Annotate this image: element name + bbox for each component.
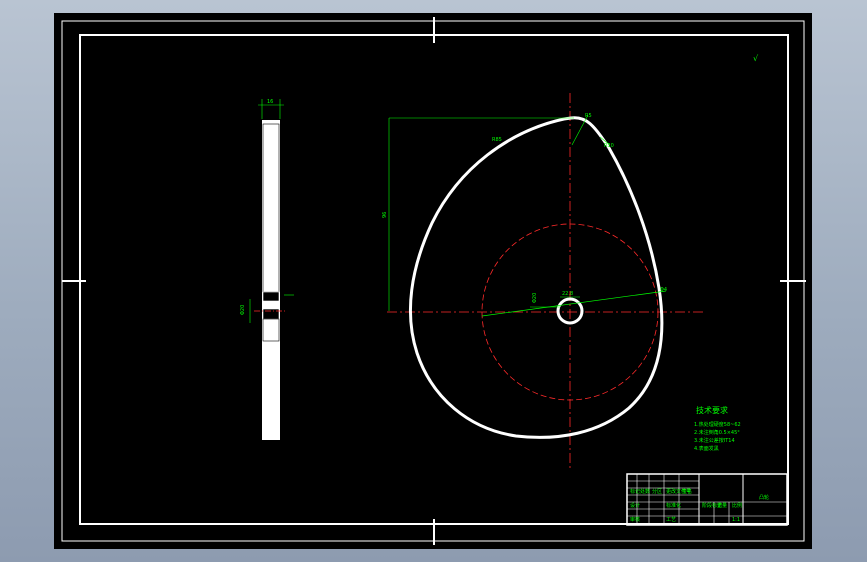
note-line-3: 3.未注公差按IT14 [694,437,735,444]
outer-frame [61,20,805,542]
note-line-1: 1.热处理硬度58~62 [694,421,741,428]
drawing-viewport[interactable]: √ 16 Φ20 96 22.8 Φ20 R5 R10 R85 Φ4 技术要求 … [54,13,812,549]
tb-cell-sign: 签名 [682,488,692,495]
tb-cell-process: 工艺 [666,517,676,523]
note-line-4: 4.表面发黑 [694,445,719,452]
tb-scale-value: 1:1 [732,517,740,523]
tb-cell-mark: 标记 [630,488,640,495]
bore-dim: Φ20 [532,293,538,303]
tb-cell-scale: 比例 [732,502,742,509]
cam-profile [408,116,664,439]
tb-cell-standard: 标准化 [666,502,681,509]
section-hatch-upper [262,123,280,293]
hub-dim: Φ20 [240,305,246,315]
thickness-dim: 16 [267,99,273,105]
tb-part-name: 凸轮 [759,494,769,501]
section-gap-upper [262,291,280,302]
tb-cell-design: 设计 [630,502,640,509]
note-line-2: 2.未注倒角0.5×45° [694,429,740,436]
tb-cell-review: 审核 [630,516,640,523]
vertical-dim: 96 [382,212,388,218]
keyway-dim: 22.8 [562,291,573,297]
surface-finish-mark: √ [753,54,759,63]
inner-border [79,34,789,525]
section-hatch-lower [262,318,280,342]
tb-cell-count: 处数 [640,488,650,495]
angle-dim: Φ4 [660,287,667,293]
cam-drawing: √ 16 Φ20 96 22.8 Φ20 R5 R10 R85 Φ4 技术要求 … [61,17,806,545]
notes-title: 技术要求 [696,405,728,415]
section-gap-lower [262,308,280,320]
radius-right-dim: R10 [604,143,614,149]
title-block: 标记 处数 分区 更改文件号 签名 设计 标准化 审核 工艺 阶段标记 重量 比… [626,473,788,526]
technical-notes: 技术要求 1.热处理硬度58~62 2.未注倒角0.5×45° 3.未注公差按I… [694,405,741,452]
cam-view: 96 22.8 Φ20 R5 R10 R85 Φ4 [382,93,706,471]
tb-cell-zone: 分区 [652,488,662,495]
radius-top-dim: R5 [585,113,592,119]
radius-left-dim: R85 [492,137,502,143]
section-view: 16 Φ20 [240,99,294,440]
tb-cell-weight: 重量 [717,502,727,509]
